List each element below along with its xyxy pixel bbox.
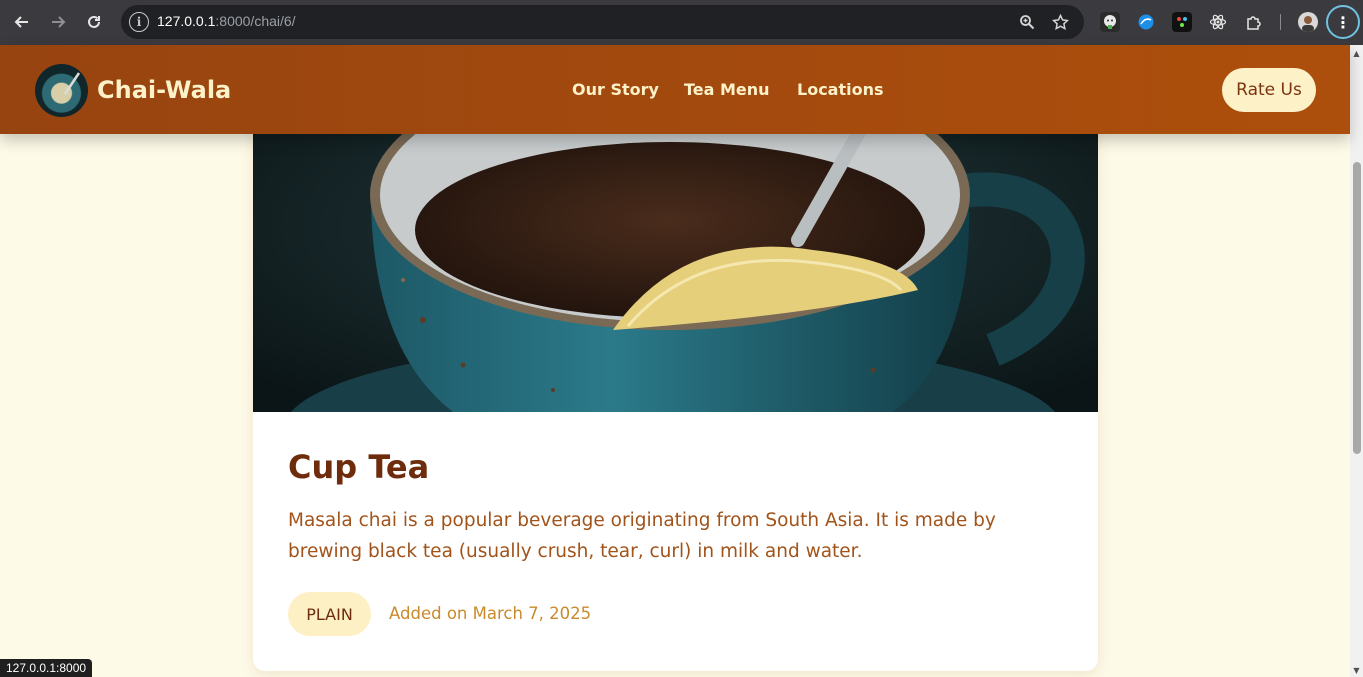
nav-tea-menu[interactable]: Tea Menu: [684, 80, 770, 99]
site-navbar: Chai-Wala Our Story Tea Menu Locations R…: [0, 45, 1350, 134]
tea-description: Masala chai is a popular beverage origin…: [288, 510, 996, 562]
tea-card: Cup Tea Masala chai is a popular beverag…: [253, 100, 1098, 671]
address-bar[interactable]: i 127.0.0.1:8000/chai/6/: [121, 5, 1084, 39]
added-date: Added on March 7, 2025: [389, 604, 592, 623]
color-picker-extension-icon[interactable]: [1172, 12, 1192, 32]
browser-toolbar: i 127.0.0.1:8000/chai/6/ ⋮: [0, 0, 1363, 45]
tea-image: [253, 100, 1098, 412]
reload-icon[interactable]: [80, 8, 108, 36]
url-path: :8000/chai/6/: [215, 13, 296, 29]
bookmark-star-icon[interactable]: [1049, 11, 1071, 33]
page-scrollbar-thumb[interactable]: [1353, 162, 1361, 454]
browser-menu-icon[interactable]: ⋮: [1326, 5, 1360, 39]
brand-name[interactable]: Chai-Wala: [97, 76, 231, 104]
github-extension-icon[interactable]: [1100, 12, 1120, 32]
logo-image[interactable]: [35, 64, 88, 117]
url-host: 127.0.0.1: [157, 13, 216, 29]
zoom-icon[interactable]: [1016, 11, 1038, 33]
forward-icon[interactable]: [44, 8, 72, 36]
react-devtools-icon[interactable]: [1208, 12, 1228, 32]
tea-type-badge: PLAIN: [288, 592, 371, 636]
nav-our-story[interactable]: Our Story: [572, 80, 659, 99]
profile-avatar[interactable]: [1298, 12, 1318, 32]
url-text[interactable]: 127.0.0.1:8000/chai/6/: [157, 13, 296, 29]
nav-locations[interactable]: Locations: [797, 80, 884, 99]
blue-circle-extension-icon[interactable]: [1136, 12, 1156, 32]
rate-us-button[interactable]: Rate Us: [1222, 68, 1316, 112]
toolbar-divider: [1280, 14, 1281, 30]
link-status-bubble: 127.0.0.1:8000: [0, 659, 93, 677]
site-info-icon[interactable]: i: [129, 12, 149, 32]
scroll-down-arrow-icon[interactable]: ▼: [1351, 664, 1362, 676]
tea-title: Cup Tea: [288, 448, 430, 486]
back-icon[interactable]: [8, 8, 36, 36]
scroll-up-arrow-icon[interactable]: ▲: [1351, 47, 1362, 59]
extensions-puzzle-icon[interactable]: [1244, 12, 1264, 32]
